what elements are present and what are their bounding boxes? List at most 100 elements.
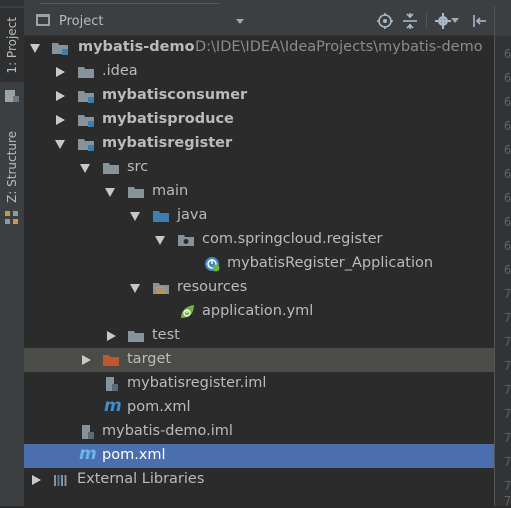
line-number: 7: [504, 479, 511, 493]
tree-node-root-pom[interactable]: m pom.xml: [24, 444, 494, 468]
toolbar-separator: [426, 13, 427, 29]
tab-project[interactable]: 1: Project: [0, 8, 24, 82]
tree-node-mybatisproduce[interactable]: mybatisproduce: [24, 108, 494, 132]
tree-node-label: target: [127, 351, 172, 367]
project-tab-icon: [5, 90, 19, 102]
expanded-arrow-icon[interactable]: [130, 212, 140, 221]
tree-node-label: pom.xml: [127, 399, 191, 415]
tab-structure[interactable]: Z: Structure: [0, 128, 24, 206]
tool-window-strip: 1: Project Z: Structure: [0, 0, 25, 506]
expanded-arrow-icon[interactable]: [130, 284, 140, 293]
expanded-arrow-icon[interactable]: [30, 44, 40, 53]
view-dropdown-icon[interactable]: [236, 19, 244, 24]
tab-structure-label: Z: Structure: [5, 131, 19, 203]
line-number: 7: [504, 431, 511, 445]
tree-node-label: mybatisRegister_Application: [227, 255, 434, 271]
tree-node-resources[interactable]: resources: [24, 276, 494, 300]
tree-node-mybatis-demo[interactable]: mybatis-demo D:\IDE\IDEA\IdeaProjects\my…: [24, 36, 494, 60]
tree-node-target[interactable]: target: [24, 348, 494, 372]
collapsed-arrow-icon[interactable]: [56, 91, 65, 101]
locate-icon[interactable]: [376, 12, 394, 30]
line-number: 7: [504, 311, 511, 325]
tree-node-test[interactable]: test: [24, 324, 494, 348]
editor-gutter-head: [494, 6, 511, 36]
structure-tab-icon: [5, 211, 18, 224]
line-number: 7: [504, 455, 511, 469]
line-number: 7: [504, 287, 511, 301]
project-view-title[interactable]: Project: [59, 14, 103, 29]
module-folder-icon: [78, 91, 94, 103]
tree-node-java[interactable]: java: [24, 204, 494, 228]
tree-node-main[interactable]: main: [24, 180, 494, 204]
tree-node-application-class[interactable]: mybatisRegister_Application: [24, 252, 494, 276]
expanded-arrow-icon[interactable]: [155, 236, 165, 245]
spring-boot-class-icon: [205, 257, 220, 272]
tree-node-label: resources: [177, 279, 248, 295]
tree-node-label: mybatisregister: [102, 135, 233, 151]
tree-node-external-libraries[interactable]: External Libraries: [24, 468, 494, 492]
line-number: 7: [504, 359, 511, 373]
line-number: 6: [504, 239, 511, 253]
line-number: 7: [504, 383, 511, 397]
expanded-arrow-icon[interactable]: [105, 188, 115, 197]
line-number: 6: [504, 215, 511, 229]
libraries-icon: [54, 475, 67, 486]
collapsed-arrow-icon[interactable]: [56, 115, 65, 125]
line-number: 6: [504, 167, 511, 181]
tree-node-mybatisregister[interactable]: mybatisregister: [24, 132, 494, 156]
tree-node-path: D:\IDE\IDEA\IdeaProjects\mybatis-demo: [195, 39, 483, 55]
expanded-arrow-icon[interactable]: [80, 164, 90, 173]
module-folder-icon: [78, 115, 94, 127]
line-number: 6: [504, 47, 511, 61]
tree-node-label: External Libraries: [77, 471, 205, 487]
tree-node-demo-iml[interactable]: mybatis-demo.iml: [24, 420, 494, 444]
collapsed-arrow-icon[interactable]: [56, 67, 65, 77]
tree-node-label: mybatisregister.iml: [127, 375, 267, 391]
source-folder-icon: [153, 211, 169, 222]
collapsed-arrow-icon[interactable]: [82, 355, 91, 365]
tree-node-label: com.springcloud.register: [202, 231, 383, 247]
maven-icon: m: [79, 444, 97, 464]
project-view-icon: [36, 14, 50, 26]
tab-project-label: 1: Project: [5, 16, 19, 74]
iml-file-icon: [82, 425, 94, 439]
line-number: 6: [504, 191, 511, 205]
spring-config-icon: [181, 305, 194, 318]
line-number: 6: [504, 263, 511, 277]
tree-node-label: pom.xml: [102, 447, 166, 463]
line-number: 7: [504, 407, 511, 421]
tree-node-label: mybatisconsumer: [102, 87, 248, 103]
tree-node-idea[interactable]: .idea: [24, 60, 494, 84]
folder-icon: [128, 331, 144, 342]
tree-node-label: test: [152, 327, 180, 343]
hide-panel-icon[interactable]: [470, 12, 488, 30]
strip-top-edge: [0, 0, 24, 6]
tree-node-package[interactable]: com.springcloud.register: [24, 228, 494, 252]
gear-dropdown-icon[interactable]: [450, 12, 460, 30]
collapse-all-icon[interactable]: [401, 12, 419, 30]
tree-node-application-yml[interactable]: application.yml: [24, 300, 494, 324]
line-number: 6: [504, 143, 511, 157]
project-panel-header: Project: [24, 6, 494, 36]
folder-icon: [128, 187, 144, 198]
tree-node-label: src: [127, 159, 149, 175]
expanded-arrow-icon[interactable]: [55, 140, 65, 149]
tree-node-src[interactable]: src: [24, 156, 494, 180]
line-number: 7: [504, 335, 511, 349]
collapsed-arrow-icon[interactable]: [32, 475, 41, 485]
tree-node-mybatisconsumer[interactable]: mybatisconsumer: [24, 84, 494, 108]
tree-node-label: mybatisproduce: [102, 111, 234, 127]
folder-icon: [103, 163, 119, 174]
collapsed-arrow-icon[interactable]: [107, 331, 116, 341]
folder-icon: [78, 67, 94, 78]
tree-node-register-iml[interactable]: mybatisregister.iml: [24, 372, 494, 396]
tree-node-label: application.yml: [202, 303, 314, 319]
tree-node-module-pom[interactable]: m pom.xml: [24, 396, 494, 420]
line-number: 6: [504, 71, 511, 85]
package-icon: [178, 235, 194, 246]
iml-file-icon: [106, 377, 118, 391]
editor-line-gutter: 6 6 6 6 6 6 6 6 6 6 7 7 7 7 7 7 7 7 7 7: [494, 36, 511, 508]
project-tree: mybatis-demo D:\IDE\IDEA\IdeaProjects\my…: [24, 36, 494, 506]
tree-node-label: main: [152, 183, 189, 199]
module-folder-icon: [78, 139, 94, 151]
